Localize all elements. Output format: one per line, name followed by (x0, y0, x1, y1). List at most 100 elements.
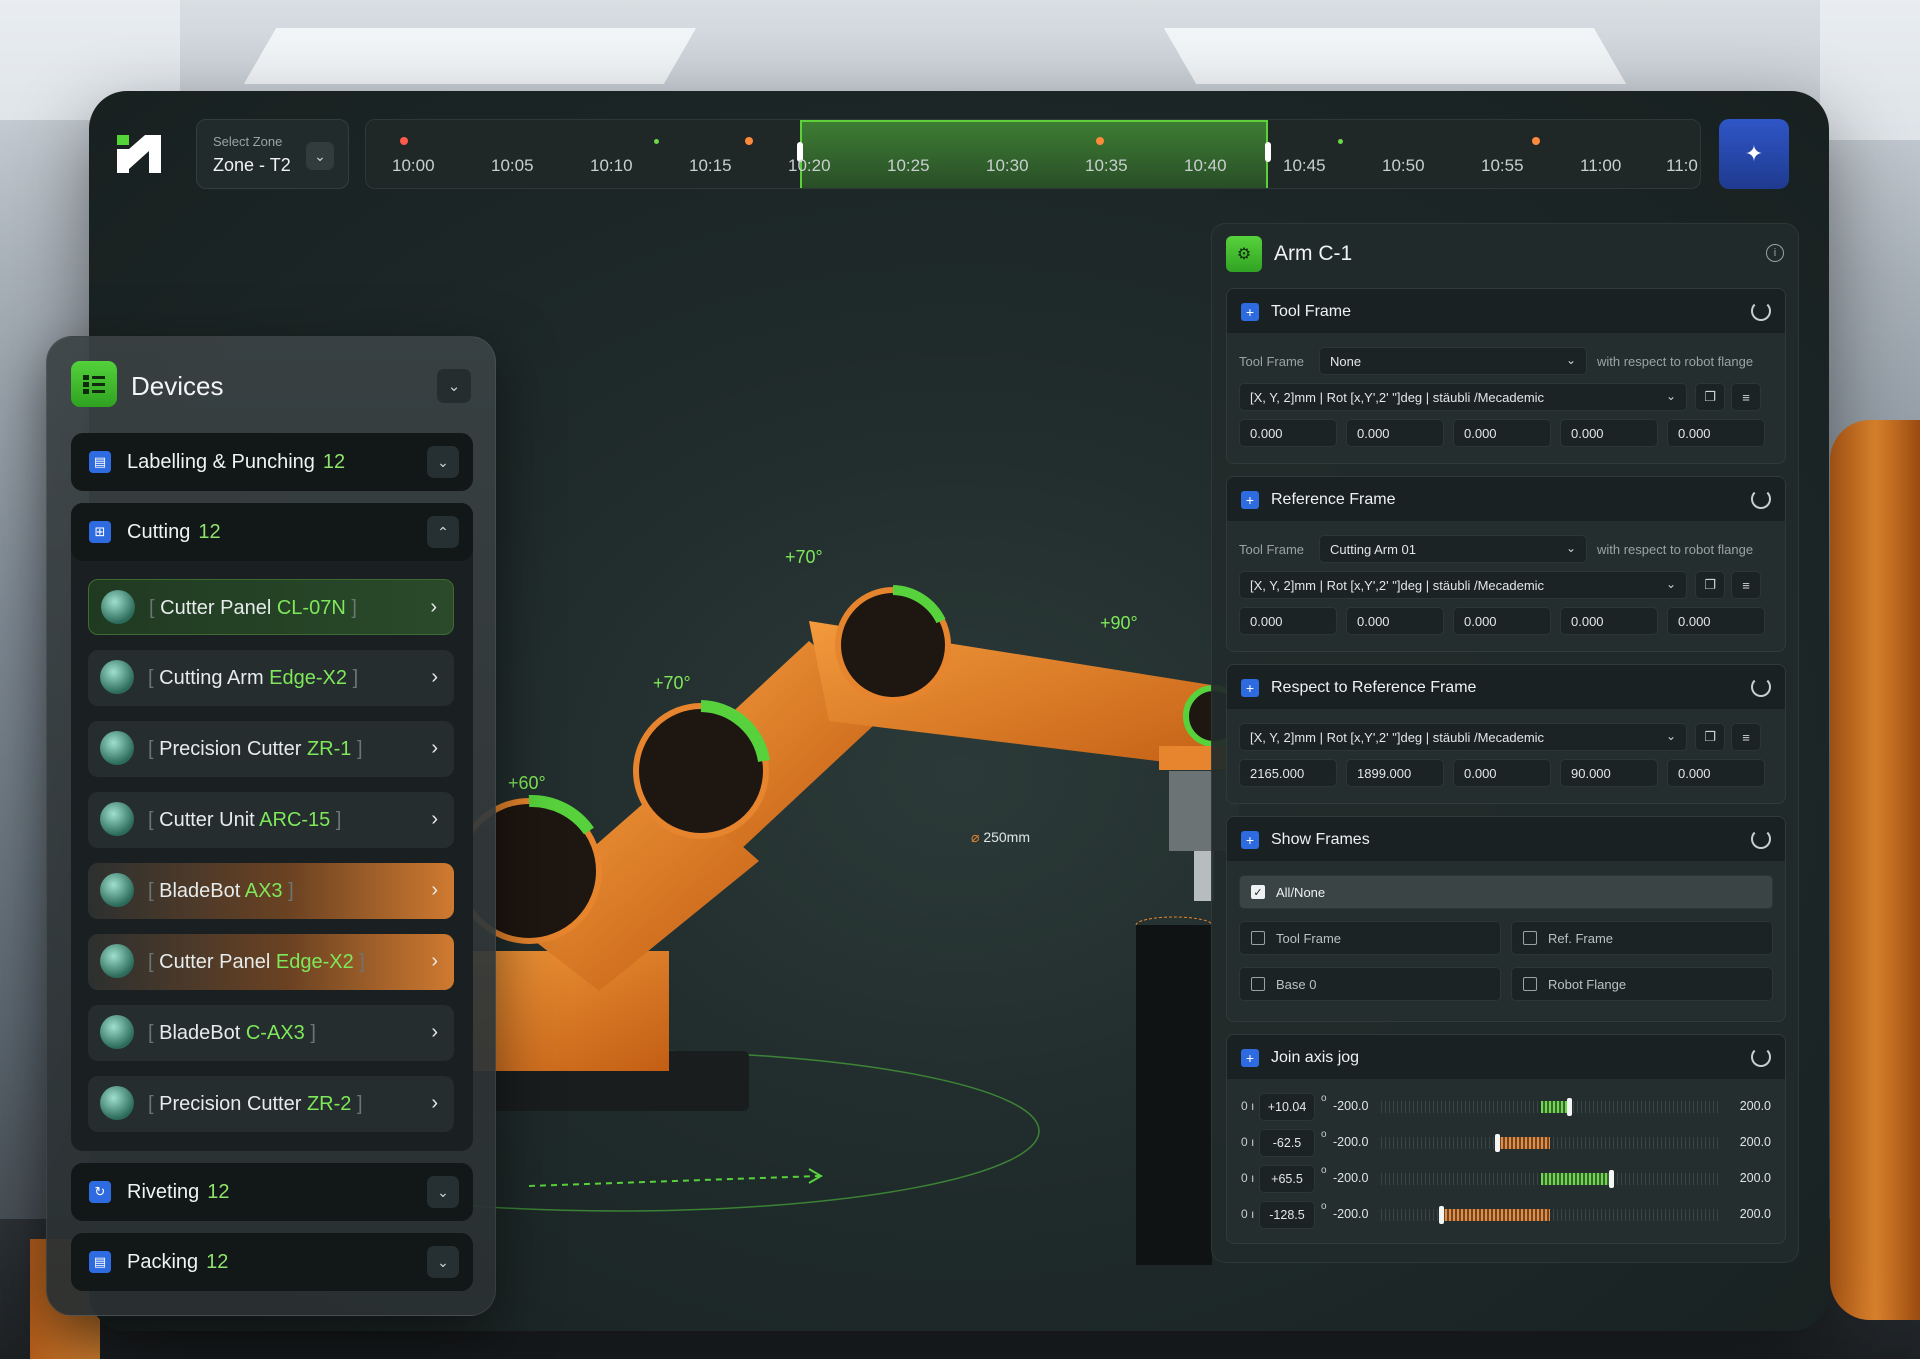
device-item[interactable]: [ Cutter Panel Edge-X2 ] › (88, 934, 454, 990)
event-marker[interactable] (1532, 137, 1540, 145)
category-cutting[interactable]: ⊞ Cutting 12 ⌃ (71, 503, 473, 561)
section-header[interactable]: + Respect to Reference Frame (1227, 665, 1785, 709)
chevron-up-icon[interactable]: ⌃ (427, 516, 459, 548)
value-field[interactable]: 0.000 (1560, 607, 1658, 635)
section-header[interactable]: + Join axis jog (1227, 1035, 1785, 1079)
copy-icon[interactable]: ❐ (1695, 383, 1725, 411)
event-marker[interactable] (1096, 137, 1104, 145)
refresh-icon[interactable] (1751, 489, 1771, 509)
device-item[interactable]: [ Cutting Arm Edge-X2 ] › (88, 650, 454, 706)
slider-handle[interactable] (1567, 1098, 1572, 1116)
menu-icon[interactable]: ≡ (1731, 383, 1761, 411)
value-field[interactable]: 0.000 (1453, 759, 1551, 787)
device-item[interactable]: [ BladeBot AX3 ] › (88, 863, 454, 919)
event-marker[interactable] (745, 137, 753, 145)
refresh-icon[interactable] (1751, 829, 1771, 849)
chevron-right-icon[interactable]: › (431, 1021, 438, 1044)
zone-select[interactable]: Select Zone Zone - T2 ⌄ (196, 119, 349, 189)
axis-slider[interactable] (1381, 1134, 1719, 1152)
category-labelling[interactable]: ▤ Labelling & Punching 12 ⌄ (71, 433, 473, 491)
event-marker[interactable] (654, 139, 659, 144)
axis-value-input[interactable]: +65.5 (1259, 1165, 1315, 1193)
plus-icon[interactable]: + (1241, 303, 1259, 321)
chevron-right-icon[interactable]: › (431, 666, 438, 689)
event-marker[interactable] (400, 137, 408, 145)
device-item[interactable]: [ Cutter Unit ARC-15 ] › (88, 792, 454, 848)
slider-handle[interactable] (1439, 1206, 1444, 1224)
chevron-right-icon[interactable]: › (431, 808, 438, 831)
axis-slider[interactable] (1381, 1206, 1719, 1224)
chevron-down-icon[interactable]: ⌄ (427, 1246, 459, 1278)
refresh-icon[interactable] (1751, 301, 1771, 321)
timeline-end-handle[interactable] (1265, 142, 1271, 162)
plus-icon[interactable]: + (1241, 491, 1259, 509)
refresh-icon[interactable] (1751, 677, 1771, 697)
value-field[interactable]: 2165.000 (1239, 759, 1337, 787)
category-riveting[interactable]: ↻ Riveting 12 ⌄ (71, 1163, 473, 1221)
chevron-down-icon[interactable]: ⌄ (306, 142, 334, 170)
value-field[interactable]: 1899.000 (1346, 759, 1444, 787)
plus-icon[interactable]: + (1241, 679, 1259, 697)
refresh-icon[interactable] (1751, 1047, 1771, 1067)
timeline-selection[interactable] (800, 120, 1268, 188)
value-field[interactable]: 0.000 (1346, 419, 1444, 447)
event-marker[interactable] (1338, 139, 1343, 144)
robot-arm-view[interactable] (469, 471, 1269, 1271)
tool-frame-checkbox[interactable]: Tool Frame (1239, 921, 1501, 955)
value-field[interactable]: 0.000 (1453, 419, 1551, 447)
robot-flange-checkbox[interactable]: Robot Flange (1511, 967, 1773, 1001)
copy-icon[interactable]: ❐ (1695, 571, 1725, 599)
info-icon[interactable]: i (1766, 244, 1784, 262)
base-checkbox[interactable]: Base 0 (1239, 967, 1501, 1001)
format-select[interactable]: [X, Y, 2]mm | Rot [x,Y',2' "]deg | stäub… (1239, 383, 1687, 411)
format-select[interactable]: [X, Y, 2]mm | Rot [x,Y',2' "]deg | stäub… (1239, 723, 1687, 751)
ref-frame-checkbox[interactable]: Ref. Frame (1511, 921, 1773, 955)
format-select[interactable]: [X, Y, 2]mm | Rot [x,Y',2' "]deg | stäub… (1239, 571, 1687, 599)
chevron-down-icon[interactable]: ⌄ (427, 446, 459, 478)
axis-value-input[interactable]: -62.5 (1259, 1129, 1315, 1157)
section-header[interactable]: + Reference Frame (1227, 477, 1785, 521)
value-field[interactable]: 0.000 (1239, 419, 1337, 447)
reference-frame-select[interactable]: Cutting Arm 01 ⌄ (1319, 535, 1587, 563)
axis-value-input[interactable]: -128.5 (1259, 1201, 1315, 1229)
value-field[interactable]: 0.000 (1453, 607, 1551, 635)
bracket-open: [ (148, 809, 154, 831)
chevron-right-icon[interactable]: › (431, 737, 438, 760)
timeline[interactable]: 10:00 10:05 10:10 10:15 10:20 10:25 10:3… (365, 119, 1701, 189)
chevron-down-icon[interactable]: ⌄ (437, 369, 471, 403)
value-field[interactable]: 0.000 (1239, 607, 1337, 635)
copy-icon[interactable]: ❐ (1695, 723, 1725, 751)
value-field[interactable]: 0.000 (1346, 607, 1444, 635)
value-field[interactable]: 0.000 (1560, 419, 1658, 447)
value-field[interactable]: 90.000 (1560, 759, 1658, 787)
chevron-down-icon[interactable]: ⌄ (427, 1176, 459, 1208)
menu-icon[interactable]: ≡ (1731, 571, 1761, 599)
section-header[interactable]: + Show Frames (1227, 817, 1785, 861)
value-field[interactable]: 0.000 (1667, 419, 1765, 447)
chevron-right-icon[interactable]: › (431, 1092, 438, 1115)
chevron-right-icon[interactable]: › (430, 596, 437, 619)
chevron-right-icon[interactable]: › (431, 950, 438, 973)
menu-icon[interactable]: ≡ (1731, 723, 1761, 751)
axis-value-input[interactable]: +10.04 (1259, 1093, 1315, 1121)
axis-slider[interactable] (1381, 1098, 1719, 1116)
slider-handle[interactable] (1609, 1170, 1614, 1188)
plus-icon[interactable]: + (1241, 831, 1259, 849)
timeline-tick: 10:15 (689, 156, 732, 175)
device-item[interactable]: [ BladeBot C-AX3 ] › (88, 1005, 454, 1061)
device-item[interactable]: [ Precision Cutter ZR-2 ] › (88, 1076, 454, 1132)
axis-slider[interactable] (1381, 1170, 1719, 1188)
plus-icon[interactable]: + (1241, 1049, 1259, 1067)
chevron-right-icon[interactable]: › (431, 879, 438, 902)
value-field[interactable]: 0.000 (1667, 607, 1765, 635)
category-packing[interactable]: ▤ Packing 12 ⌄ (71, 1233, 473, 1291)
all-none-checkbox[interactable]: ✓ All/None (1239, 875, 1773, 909)
jog-row: 0 ı +10.04 o -200.0 200.0 (1241, 1093, 1771, 1121)
section-header[interactable]: + Tool Frame (1227, 289, 1785, 333)
slider-handle[interactable] (1495, 1134, 1500, 1152)
device-item[interactable]: [ Cutter Panel CL-07N ] › (88, 579, 454, 635)
tool-frame-select[interactable]: None ⌄ (1319, 347, 1587, 375)
value-field[interactable]: 0.000 (1667, 759, 1765, 787)
device-item[interactable]: [ Precision Cutter ZR-1 ] › (88, 721, 454, 777)
ai-assistant-button[interactable]: ✦ (1719, 119, 1789, 189)
